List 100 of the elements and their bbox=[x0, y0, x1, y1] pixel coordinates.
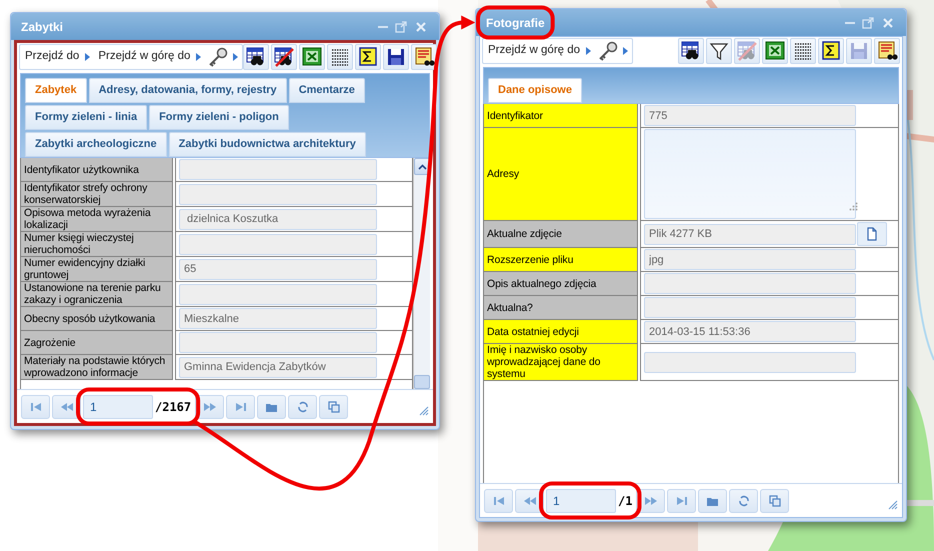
input-field[interactable] bbox=[179, 234, 377, 254]
restore-icon bbox=[394, 20, 408, 34]
input-field[interactable] bbox=[179, 184, 377, 204]
field-label: Identyfikator użytkownika bbox=[21, 158, 173, 182]
input-field[interactable] bbox=[179, 332, 377, 353]
tab[interactable]: Adresy, datowania, formy, rejestry bbox=[88, 78, 287, 103]
file-button[interactable] bbox=[857, 222, 887, 246]
last-page-button[interactable] bbox=[667, 488, 696, 512]
input-field[interactable]: dzielnica Koszutka bbox=[179, 208, 377, 230]
input-field[interactable]: 65 bbox=[179, 258, 377, 280]
filter-button[interactable] bbox=[706, 38, 732, 64]
caret-icon bbox=[195, 52, 202, 62]
tab[interactable]: Zabytki archeologiczne bbox=[25, 132, 167, 157]
input-field[interactable]: 775 bbox=[644, 105, 856, 126]
input-field[interactable]: Gminna Ewidencja Zabytków bbox=[179, 356, 377, 378]
tab[interactable]: Zabytki budownictwa architektury bbox=[168, 132, 366, 157]
first-page-button[interactable] bbox=[484, 488, 513, 512]
minimize-icon bbox=[845, 22, 855, 24]
crossed-binoculars-icon bbox=[736, 40, 758, 62]
field-label: Imię i nazwisko osoby wprowadzającej dane do systemu bbox=[484, 344, 638, 381]
export-button[interactable] bbox=[762, 38, 788, 64]
sum-button[interactable] bbox=[355, 44, 382, 70]
field-label: Aktualne zdjęcie bbox=[484, 221, 638, 248]
input-field[interactable]: Mieszkalne bbox=[179, 308, 377, 329]
previous-page-icon bbox=[522, 494, 536, 506]
input-field[interactable]: 2014-03-15 11:53:36 bbox=[644, 321, 856, 342]
caret-icon[interactable] bbox=[232, 52, 240, 62]
navigation-menu[interactable]: Przejdź do bbox=[23, 48, 94, 66]
next-page-icon bbox=[202, 400, 217, 412]
tab[interactable]: Dane opisowe bbox=[488, 78, 582, 103]
field-label: Identyfikator strefy ochrony konserwatorskiej bbox=[21, 182, 173, 207]
minimize-button[interactable] bbox=[375, 26, 391, 28]
caret-icon[interactable] bbox=[622, 46, 630, 56]
crossed-binoculars-icon bbox=[273, 46, 296, 68]
copy-button[interactable] bbox=[319, 394, 348, 418]
spreadsheet-icon bbox=[301, 46, 324, 68]
save-button[interactable] bbox=[383, 44, 410, 70]
next-page-icon bbox=[644, 494, 658, 506]
find-button[interactable] bbox=[243, 44, 270, 70]
navigation-menu[interactable]: Przejdź w górę do bbox=[96, 48, 204, 66]
table-button[interactable] bbox=[327, 44, 354, 70]
first-page-icon bbox=[492, 494, 506, 506]
last-page-icon bbox=[674, 494, 689, 506]
resize-grip-icon[interactable] bbox=[849, 202, 858, 211]
sigma-icon bbox=[820, 40, 842, 62]
previous-page-icon bbox=[60, 400, 74, 412]
clear-find-button[interactable] bbox=[271, 44, 298, 70]
find-button[interactable] bbox=[678, 38, 704, 64]
input-field[interactable] bbox=[644, 297, 856, 318]
field-label: Numer księgi wieczystej nieruchomości bbox=[21, 232, 173, 257]
open-button[interactable] bbox=[257, 394, 286, 418]
minimize-icon bbox=[378, 26, 388, 28]
field-label: Obecny sposób użytkowania bbox=[21, 307, 173, 331]
input-field[interactable] bbox=[179, 159, 377, 180]
resize-grip-icon[interactable] bbox=[888, 500, 898, 510]
tab[interactable]: Formy zieleni - linia bbox=[25, 105, 148, 130]
table-button[interactable] bbox=[790, 38, 816, 64]
window-title: Zabytki bbox=[20, 18, 64, 36]
minimize-button[interactable] bbox=[842, 22, 858, 24]
resize-grip-icon[interactable] bbox=[419, 406, 429, 416]
input-field[interactable] bbox=[644, 352, 856, 372]
sum-button[interactable] bbox=[818, 38, 844, 64]
input-field[interactable]: jpg bbox=[644, 249, 856, 270]
input-field[interactable] bbox=[644, 273, 856, 294]
close-icon bbox=[881, 16, 895, 30]
field-label: Ustanowione na terenie parku zakazy i ograniczenia bbox=[21, 282, 173, 307]
field-label: Numer ewidencyjny działki gruntowej bbox=[21, 257, 173, 282]
page-field[interactable]: 1 bbox=[546, 488, 616, 512]
copy-button[interactable] bbox=[760, 488, 790, 512]
first-page-icon bbox=[28, 400, 42, 412]
input-field[interactable]: Plik 4277 KB bbox=[644, 224, 856, 244]
scrollbar-thumb[interactable] bbox=[414, 375, 430, 389]
field-label: Zagrożenie bbox=[21, 331, 173, 355]
refresh-icon bbox=[736, 494, 751, 506]
key-icon[interactable] bbox=[597, 41, 620, 61]
last-page-icon bbox=[234, 400, 248, 412]
key-icon[interactable] bbox=[207, 47, 230, 67]
first-page-button[interactable] bbox=[21, 394, 50, 418]
input-field[interactable] bbox=[179, 284, 377, 304]
field-label: Identyfikator bbox=[484, 104, 638, 128]
field-label: Adresy bbox=[484, 128, 638, 221]
last-page-button[interactable] bbox=[226, 394, 256, 418]
caret-icon bbox=[84, 52, 92, 62]
page-field[interactable]: 1 bbox=[83, 394, 153, 418]
refresh-button[interactable] bbox=[288, 394, 318, 418]
export-button[interactable] bbox=[299, 44, 326, 70]
window-title: Fotografie bbox=[485, 14, 546, 32]
tab[interactable]: Formy zieleni - poligon bbox=[149, 105, 289, 130]
tab[interactable]: Cmentarze bbox=[288, 78, 365, 103]
report-icon bbox=[413, 46, 436, 68]
refresh-button[interactable] bbox=[729, 488, 758, 512]
report-button[interactable] bbox=[874, 38, 900, 64]
report-button[interactable] bbox=[411, 44, 438, 70]
navigation-menu[interactable]: Przejdź w górę do bbox=[486, 42, 594, 60]
open-button[interactable] bbox=[698, 488, 728, 512]
field-label: Opis aktualnego zdjęcia bbox=[484, 272, 638, 296]
tab[interactable]: Zabytek bbox=[25, 78, 87, 103]
sigma-icon bbox=[357, 46, 380, 68]
chevron-up-icon bbox=[418, 164, 426, 170]
field-label: Materiały na podstawie których wprowadzono informacje bbox=[21, 355, 173, 380]
